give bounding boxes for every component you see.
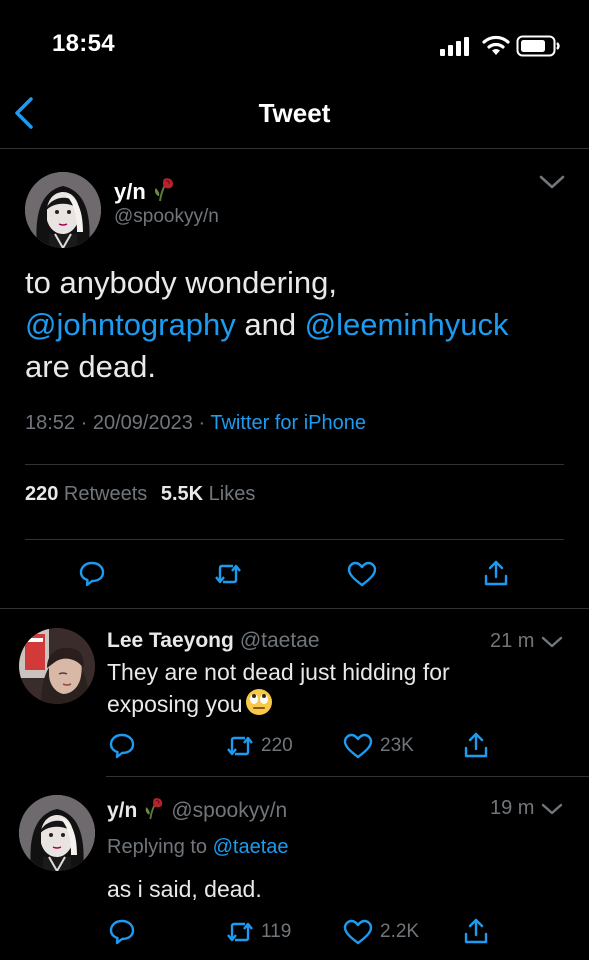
tweet-text: to anybody wondering, @johntography and … <box>25 262 565 388</box>
chevron-down-icon[interactable] <box>538 172 566 192</box>
divider <box>106 776 589 777</box>
like-count: 23K <box>380 735 414 756</box>
mention-link[interactable]: @leeminhyuck <box>305 307 509 342</box>
display-name-text: y/n <box>107 799 138 822</box>
likes-stat[interactable]: 5.5K Likes <box>161 483 256 505</box>
avatar[interactable] <box>19 795 95 871</box>
chevron-down-icon[interactable] <box>540 634 564 650</box>
share-icon[interactable] <box>463 917 489 945</box>
retweets-count: 220 <box>25 483 59 505</box>
tweet-timestamp: 18:52 · 20/09/2023 · Twitter for iPhone <box>25 412 366 435</box>
wilted-rose-icon <box>146 798 163 820</box>
mention-link[interactable]: @johntography <box>25 307 236 342</box>
retweet-icon[interactable] <box>213 561 243 587</box>
avatar[interactable] <box>19 628 95 704</box>
divider <box>25 464 564 465</box>
display-name-text: Lee Taeyong <box>107 629 234 652</box>
reply-time: 21 m <box>490 630 535 652</box>
replying-to: Replying to @taetae <box>107 836 289 859</box>
heart-icon[interactable] <box>347 561 377 587</box>
retweet-icon[interactable] <box>225 733 255 759</box>
reply-text: They are not dead just hidding for expos… <box>107 657 527 720</box>
divider <box>0 608 589 609</box>
battery-icon <box>516 35 560 57</box>
retweet-count: 119 <box>261 921 292 942</box>
wilted-rose-icon <box>154 178 173 202</box>
timestamp-text: 18:52 · 20/09/2023 · <box>25 412 211 434</box>
heart-icon[interactable] <box>343 919 373 945</box>
status-time: 18:54 <box>52 30 115 57</box>
reply-text-line: exposing you <box>107 691 243 717</box>
likes-label: Likes <box>203 483 256 505</box>
eye-roll-emoji-icon <box>245 689 272 715</box>
tweet-text-line: to anybody wondering, <box>25 265 337 300</box>
reply-handle: @taetae <box>239 629 320 652</box>
tweet-text-line: are dead. <box>25 349 156 384</box>
share-icon[interactable] <box>483 559 509 587</box>
likes-count: 5.5K <box>160 483 204 505</box>
reply-time: 19 m <box>490 797 535 819</box>
reply-text: as i said, dead. <box>107 876 262 902</box>
status-bar: 18:54 <box>0 0 589 80</box>
author-display-name[interactable]: y/n <box>114 176 176 205</box>
mention-link[interactable]: @taetae <box>213 836 289 858</box>
comment-icon[interactable] <box>78 560 106 588</box>
page-title: Tweet <box>258 98 331 128</box>
like-count: 2.2K <box>380 921 420 942</box>
reply-text-line: They are not dead just hidding for <box>107 659 450 685</box>
cellular-signal-icon <box>440 37 469 56</box>
comment-icon[interactable] <box>108 918 136 946</box>
reply-author[interactable]: Lee Taeyong @taetae <box>107 629 320 653</box>
tweet-stats: 220 Retweets 5.5K Likes <box>25 483 255 506</box>
retweets-stat[interactable]: 220 Retweets <box>25 483 147 505</box>
avatar[interactable] <box>25 172 101 248</box>
navigation-bar: Tweet <box>0 84 589 149</box>
replying-label: Replying to <box>107 836 213 858</box>
display-name-text: y/n <box>114 179 146 204</box>
retweets-label: Retweets <box>58 483 148 505</box>
comment-icon[interactable] <box>108 732 136 760</box>
retweet-count: 220 <box>261 735 293 756</box>
wifi-icon <box>482 35 510 55</box>
source-link[interactable]: Twitter for iPhone <box>210 412 366 434</box>
author-handle[interactable]: @spookyy/n <box>114 206 219 228</box>
divider <box>25 539 564 540</box>
reply-handle: @spookyy/n <box>171 799 288 822</box>
tweet-text-fragment: and <box>235 307 305 342</box>
reply-author[interactable]: y/n @spookyy/n <box>107 796 287 823</box>
share-icon[interactable] <box>463 731 489 759</box>
chevron-down-icon[interactable] <box>540 801 564 817</box>
retweet-icon[interactable] <box>225 919 255 945</box>
heart-icon[interactable] <box>343 733 373 759</box>
